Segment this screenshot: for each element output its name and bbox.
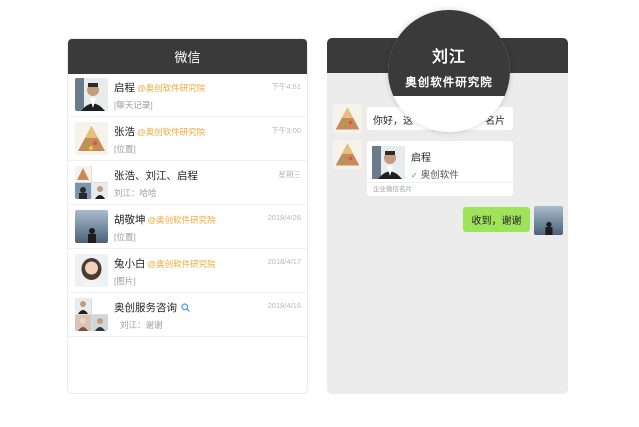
- chat-name: 张浩、刘江、启程: [114, 170, 198, 182]
- group-avatar: [75, 166, 108, 199]
- chat-name: 奥创服务咨询: [114, 302, 177, 314]
- chat-list-title: 微信: [174, 50, 201, 65]
- card-org: 奥创软件: [420, 170, 459, 181]
- chat-preview: [位置]: [114, 232, 136, 242]
- chat-time: 2018/4/26: [267, 213, 301, 222]
- chat-preview: [位置]: [114, 144, 136, 154]
- chat-item-hujingkun[interactable]: 胡敬坤 @奥创软件研究院 2018/4/26 [位置]: [68, 206, 307, 249]
- chat-item-group[interactable]: 张浩、刘江、启程 星期三 刘江：哈哈: [68, 162, 307, 205]
- contact-org: 奥创软件研究院: [405, 77, 493, 89]
- contact-name: 刘江: [431, 49, 466, 66]
- self-avatar[interactable]: [534, 206, 563, 235]
- chat-preview: [聊天记录]: [114, 100, 153, 110]
- chat-list-screen: 微信 启程 @奥创软件研究院 下午4:51 [聊天记录] 张浩 @奥创软件研究院 下…: [67, 38, 308, 394]
- chat-preview: 刘江：谢谢: [120, 320, 163, 330]
- reply-bubble[interactable]: 收到，谢谢: [463, 207, 530, 232]
- card-name: 启程: [411, 153, 431, 164]
- chat-preview: 刘江：哈哈: [114, 188, 157, 198]
- chat-time: 下午3:00: [271, 126, 301, 135]
- chat-org: @奥创软件研究院: [147, 259, 216, 269]
- avatar: [75, 210, 108, 243]
- chat-item-zhanghao[interactable]: 张浩 @奥创软件研究院 下午3:00 [位置]: [68, 118, 307, 161]
- chat-item-tuxiaobai[interactable]: 兔小白 @奥创软件研究院 2018/4/17 [图片]: [68, 250, 307, 293]
- avatar: [75, 254, 108, 287]
- chat-time: 2018/4/16: [267, 301, 301, 310]
- sender-avatar[interactable]: [333, 140, 362, 169]
- search-icon: [181, 303, 190, 312]
- magnifier-overlay: 刘江 奥创软件研究院: [388, 10, 510, 132]
- group-avatar: [75, 298, 108, 331]
- avatar: [75, 78, 108, 111]
- chat-org: @奥创软件研究院: [137, 83, 206, 93]
- chat-time: 2018/4/17: [267, 257, 301, 266]
- chat-time: 下午4:51: [271, 82, 301, 91]
- sender-avatar[interactable]: [333, 104, 362, 133]
- business-card[interactable]: 启程 ✓ 奥创软件 企业微信名片: [367, 141, 513, 196]
- chat-preview: [图片]: [114, 276, 136, 286]
- chat-name: 兔小白: [114, 258, 146, 270]
- card-footer: 企业微信名片: [367, 182, 513, 196]
- chat-name: 张浩: [114, 126, 135, 138]
- chat-org: @奥创软件研究院: [147, 215, 216, 225]
- chat-time: 星期三: [278, 170, 302, 179]
- chat-item-service[interactable]: 奥创服务咨询 2018/4/16 刘江：谢谢: [68, 294, 307, 337]
- chat-item-qicheng[interactable]: 启程 @奥创软件研究院 下午4:51 [聊天记录]: [68, 74, 307, 117]
- chat-name: 启程: [114, 82, 135, 94]
- chat-org: @奥创软件研究院: [137, 127, 206, 137]
- card-avatar: [372, 146, 405, 179]
- avatar: [75, 122, 108, 155]
- chat-list-header: 微信: [68, 39, 307, 74]
- chat-name: 胡敬坤: [114, 214, 146, 226]
- reply-text: 收到，谢谢: [471, 216, 522, 227]
- verified-icon: ✓: [411, 171, 418, 180]
